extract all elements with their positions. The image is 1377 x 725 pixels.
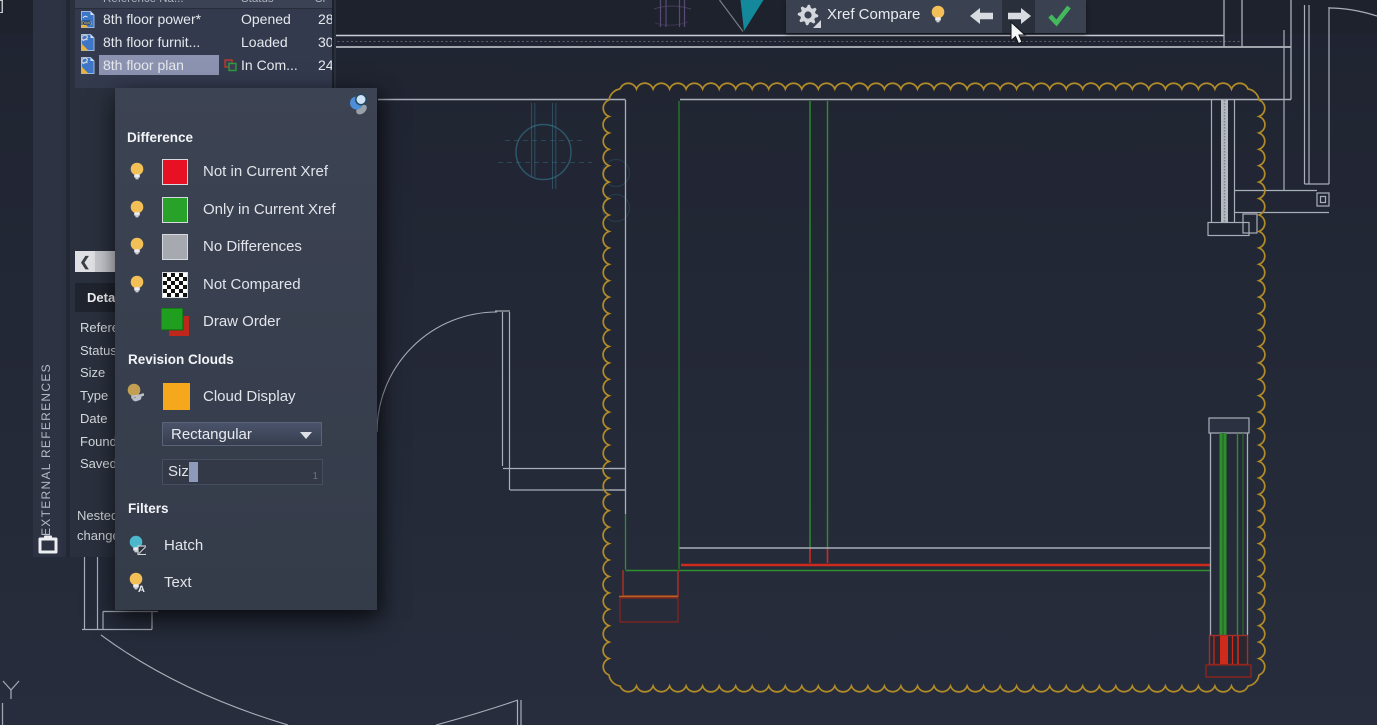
svg-text:DWG: DWG [82,20,92,25]
svg-text:A: A [138,584,145,592]
